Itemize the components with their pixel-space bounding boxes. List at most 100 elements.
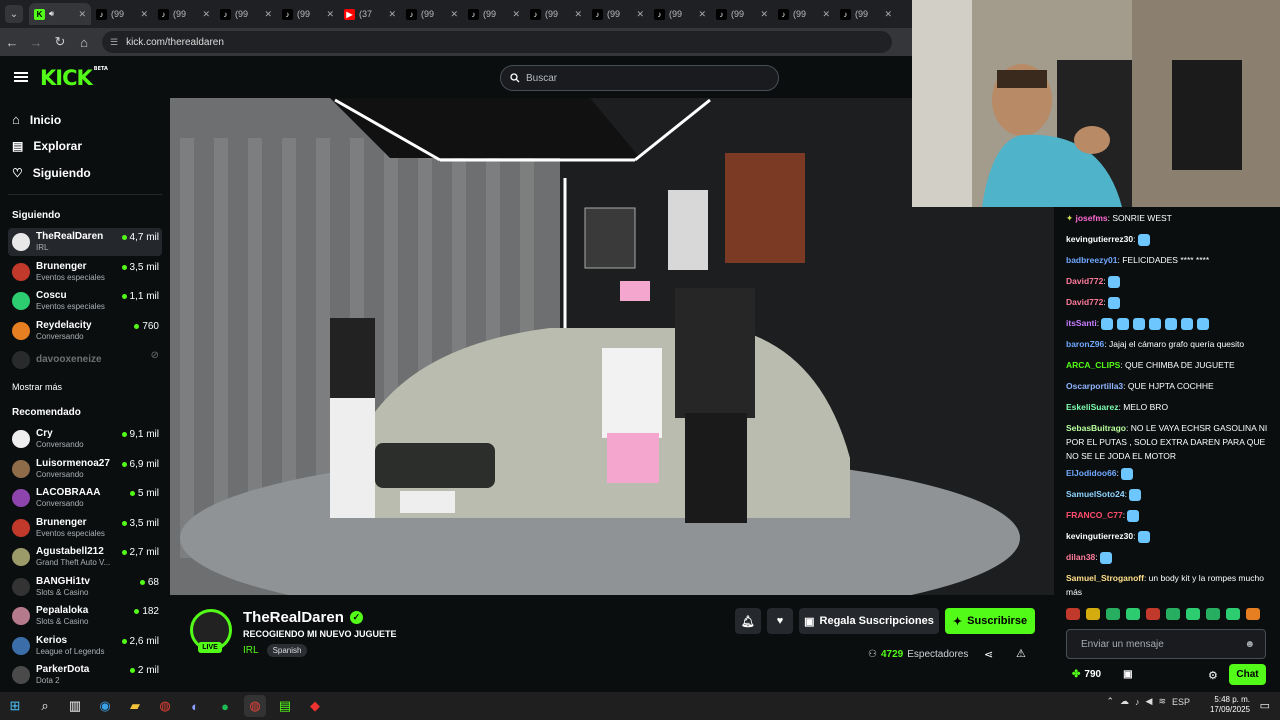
mic-icon[interactable]: ♪ <box>1135 697 1140 707</box>
emote-icon[interactable] <box>1166 608 1180 620</box>
close-icon[interactable]: ✕ <box>388 9 396 20</box>
windows-start-icon[interactable]: ⊞ <box>4 695 26 717</box>
menu-icon[interactable] <box>14 72 28 82</box>
chat-username[interactable]: itsSanti <box>1066 318 1097 328</box>
home-button-icon[interactable]: ⌂ <box>72 35 96 50</box>
browser-tab[interactable]: ♪ (99 ✕ <box>649 3 711 25</box>
chat-username[interactable]: Samuel_Stroganoff <box>1066 573 1144 583</box>
cloud-icon[interactable]: ☁ <box>1120 696 1129 707</box>
emote-icon[interactable] <box>1126 608 1140 620</box>
browser-tab[interactable]: ♪ (99 ✕ <box>277 3 339 25</box>
close-icon[interactable]: ✕ <box>202 9 210 20</box>
chat-username[interactable]: dilan38 <box>1066 552 1095 562</box>
browser-tab[interactable]: ♪ (99 ✕ <box>91 3 153 25</box>
notification-icon[interactable]: ▭ <box>1260 699 1270 712</box>
chat-username[interactable]: ARCA_CLIPS <box>1066 360 1120 370</box>
app-icon[interactable]: ◆ <box>304 695 326 717</box>
close-icon[interactable]: ✕ <box>140 9 148 20</box>
chrome-icon[interactable]: ◍ <box>154 695 176 717</box>
sidebar-channel[interactable]: Pepalaloka Slots & Casino 182 <box>8 602 162 630</box>
browser-tab[interactable]: ♪ (99 ✕ <box>711 3 773 25</box>
audio-icon[interactable]: 🔊︎ <box>49 9 54 19</box>
emote-icon[interactable] <box>1086 608 1100 620</box>
sidebar-channel[interactable]: Coscu Eventos especiales 1,1 mil <box>8 287 162 315</box>
sidebar-channel[interactable]: Brunenger Eventos especiales 3,5 mil <box>8 258 162 286</box>
gear-icon[interactable]: ⚙ <box>1208 669 1218 682</box>
sidebar-channel[interactable]: TheRealDaren IRL 4,7 mil <box>8 228 162 256</box>
spotify-icon[interactable]: ● <box>214 695 236 717</box>
chevron-up-icon[interactable]: ⌃ <box>1106 696 1114 707</box>
file-explorer-icon[interactable]: ▰ <box>124 695 146 717</box>
close-icon[interactable]: ✕ <box>884 9 892 20</box>
search-input[interactable]: Buscar <box>500 65 779 91</box>
nav-siguiendo[interactable]: ♡ Siguiendo <box>12 166 91 180</box>
nav-explorar[interactable]: ▤ Explorar <box>12 139 82 153</box>
chat-username[interactable]: FRANCO_C77 <box>1066 510 1123 520</box>
edge-icon[interactable]: ◉ <box>94 695 116 717</box>
follow-button[interactable]: ♥ <box>767 608 793 634</box>
chat-username[interactable]: ElJodidoo66 <box>1066 468 1117 478</box>
app-icon[interactable]: ▤ <box>274 695 296 717</box>
category-link[interactable]: IRL <box>243 645 259 656</box>
site-info-icon[interactable]: ☰ <box>110 37 118 48</box>
chat-send-button[interactable]: Chat <box>1229 664 1266 685</box>
show-more-link[interactable]: Mostrar más <box>12 382 62 392</box>
chat-username[interactable]: kevingutierrez30 <box>1066 531 1133 541</box>
close-icon[interactable]: ✕ <box>760 9 768 20</box>
browser-tab[interactable]: ♪ (99 ✕ <box>773 3 835 25</box>
clock[interactable]: 5:48 p. m. 17/09/2025 <box>1210 695 1250 715</box>
close-icon[interactable]: ✕ <box>450 9 458 20</box>
forward-icon[interactable]: → <box>24 35 48 50</box>
chat-username[interactable]: Oscarportilla3 <box>1066 381 1123 391</box>
chat-input[interactable]: Enviar un mensaje ☻ <box>1066 629 1266 659</box>
gift-subs-button[interactable]: ▣ Regala Suscripciones <box>799 608 939 634</box>
close-icon[interactable]: ✕ <box>78 9 86 20</box>
chat-username[interactable]: badbreezy01 <box>1066 255 1118 265</box>
emote-icon[interactable] <box>1066 608 1080 620</box>
gift-icon[interactable]: ▣ <box>1123 669 1132 680</box>
subscribe-button[interactable]: ✦ Suscribirse <box>945 608 1035 634</box>
channel-points[interactable]: ✤ 790 ▣ <box>1072 669 1133 680</box>
chat-username[interactable]: SamuelSoto24 <box>1066 489 1125 499</box>
emote-icon[interactable] <box>1106 608 1120 620</box>
emote-icon[interactable] <box>1146 608 1160 620</box>
url-field[interactable]: ☰ kick.com/therealdaren <box>102 31 892 53</box>
close-icon[interactable]: ✕ <box>822 9 830 20</box>
language-indicator[interactable]: ESP <box>1172 697 1190 707</box>
chat-username[interactable]: josefms <box>1075 213 1107 223</box>
chat-username[interactable]: David772 <box>1066 276 1103 286</box>
share-icon[interactable]: ⋖ <box>984 648 993 661</box>
sidebar-channel[interactable]: ParkerDota Dota 2 2 mil <box>8 661 162 689</box>
streamer-name[interactable]: TheRealDaren <box>243 609 344 626</box>
browser-tab[interactable]: ▶ (37 ✕ <box>339 3 401 25</box>
sidebar-channel[interactable]: Brunenger Eventos especiales 3,5 mil <box>8 514 162 542</box>
emote-icon[interactable] <box>1246 608 1260 620</box>
sidebar-channel[interactable]: Agustabell212 Grand Theft Auto V... 2,7 mi… <box>8 543 162 571</box>
wifi-icon[interactable]: ≋ <box>1158 696 1166 707</box>
chat-username[interactable]: SebasBuitrago <box>1066 423 1126 433</box>
close-icon[interactable]: ✕ <box>636 9 644 20</box>
chat-username[interactable]: EskeliSuarez <box>1066 402 1118 412</box>
close-icon[interactable]: ✕ <box>698 9 706 20</box>
kick-logo[interactable]: KICK BETA <box>40 66 108 90</box>
chrome-icon[interactable]: ◍ <box>244 695 266 717</box>
close-icon[interactable]: ✕ <box>512 9 520 20</box>
emote-icon[interactable] <box>1226 608 1240 620</box>
sidebar-channel[interactable]: davooxeneize ⊘ <box>8 346 162 374</box>
browser-tab[interactable]: ♪ (99 ✕ <box>215 3 277 25</box>
sidebar-channel[interactable]: Reydelacity Conversando 760 <box>8 317 162 345</box>
sidebar-channel[interactable]: Luisormenoa27 Conversando 6,9 mil <box>8 455 162 483</box>
browser-tab[interactable]: K 🔊︎ ✕ <box>29 3 91 25</box>
tab-search-button[interactable]: ⌄ <box>5 5 23 23</box>
chat-username[interactable]: David772 <box>1066 297 1103 307</box>
sidebar-channel[interactable]: LACOBRAAA Conversando 5 mil <box>8 484 162 512</box>
reload-icon[interactable]: ↻ <box>48 34 72 50</box>
sidebar-channel[interactable]: Cry Conversando 9,1 mil <box>8 425 162 453</box>
browser-tab[interactable]: ♪ (99 ✕ <box>835 3 897 25</box>
browser-tab[interactable]: ♪ (99 ✕ <box>153 3 215 25</box>
emote-icon[interactable] <box>1206 608 1220 620</box>
discord-icon[interactable]: ◐ <box>184 695 206 717</box>
notifications-button[interactable]: 🔔︎ <box>735 608 761 634</box>
close-icon[interactable]: ✕ <box>574 9 582 20</box>
close-icon[interactable]: ✕ <box>326 9 334 20</box>
